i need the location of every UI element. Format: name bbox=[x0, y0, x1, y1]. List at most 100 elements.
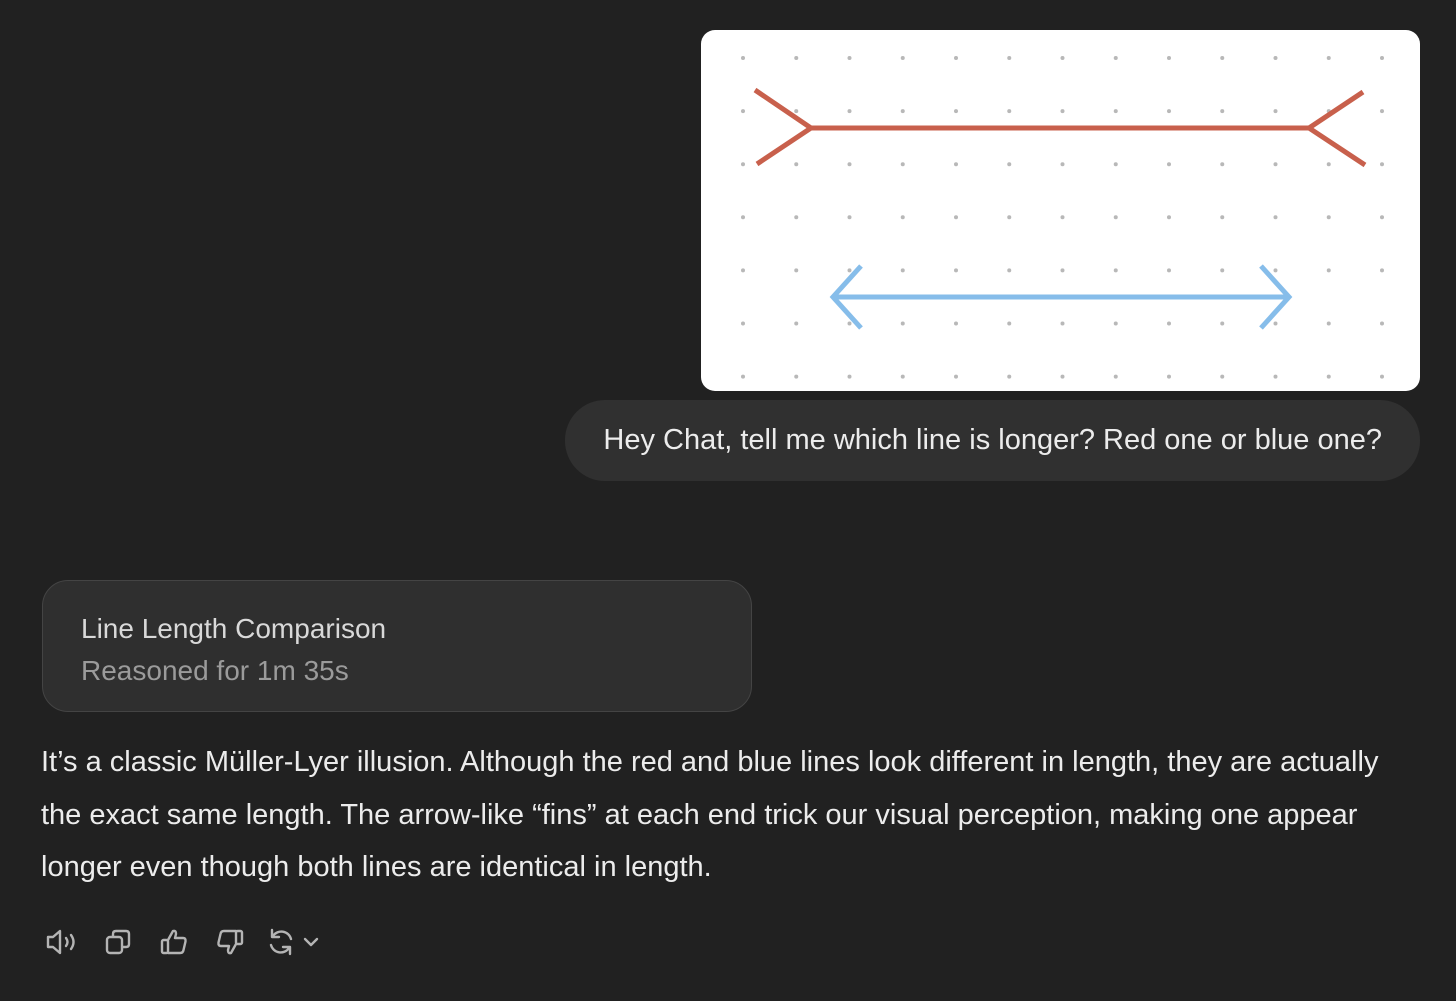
grid-dot bbox=[794, 109, 799, 114]
grid-dot bbox=[794, 268, 799, 273]
user-attached-image[interactable] bbox=[701, 30, 1420, 391]
grid-dot bbox=[1007, 268, 1012, 273]
thumbs-down-icon bbox=[217, 929, 244, 955]
grid-dot bbox=[1326, 374, 1331, 379]
grid-dot bbox=[1167, 56, 1171, 60]
grid-dot bbox=[847, 215, 852, 220]
grid-dot bbox=[954, 374, 958, 379]
grid-dot bbox=[1060, 374, 1065, 379]
grid-dot bbox=[1220, 321, 1225, 326]
grid-dot bbox=[1273, 56, 1278, 60]
grid-dot bbox=[1273, 321, 1278, 326]
grid-dot bbox=[794, 56, 799, 60]
grid-dot bbox=[1113, 268, 1118, 273]
dot-grid bbox=[741, 56, 1384, 379]
grid-dot bbox=[1380, 321, 1384, 326]
reasoning-summary-card[interactable]: Line Length Comparison Reasoned for 1m 3… bbox=[42, 580, 752, 712]
grid-dot bbox=[1113, 215, 1118, 220]
grid-dot bbox=[794, 321, 799, 326]
grid-dot bbox=[1326, 268, 1331, 273]
grid-dot bbox=[741, 374, 745, 379]
grid-dot bbox=[741, 268, 745, 273]
grid-dot bbox=[1380, 109, 1384, 114]
grid-dot bbox=[847, 109, 852, 114]
grid-dot bbox=[847, 268, 852, 273]
grid-dot bbox=[1220, 162, 1225, 167]
grid-dot bbox=[1167, 268, 1171, 273]
grid-dot bbox=[1007, 321, 1012, 326]
grid-dot bbox=[1113, 109, 1118, 114]
grid-dot bbox=[1007, 56, 1012, 60]
grid-dot bbox=[1167, 215, 1171, 220]
user-message-bubble: Hey Chat, tell me which line is longer? … bbox=[565, 400, 1420, 481]
grid-dot bbox=[900, 109, 905, 114]
grid-dot bbox=[794, 215, 799, 220]
grid-dot bbox=[1380, 215, 1384, 220]
refresh-icon bbox=[269, 928, 319, 956]
grid-dot bbox=[1113, 56, 1118, 60]
grid-dot bbox=[1007, 162, 1012, 167]
grid-dot bbox=[1380, 56, 1384, 60]
grid-dot bbox=[1007, 215, 1012, 220]
muller-lyer-illusion-image bbox=[741, 56, 1384, 379]
copy-icon bbox=[105, 929, 131, 955]
grid-dot bbox=[741, 109, 745, 114]
grid-dot bbox=[1220, 56, 1225, 60]
read-aloud-button[interactable] bbox=[42, 922, 82, 962]
grid-dot bbox=[1167, 109, 1171, 114]
speaker-icon bbox=[46, 929, 75, 955]
grid-dot bbox=[1273, 268, 1278, 273]
copy-button[interactable] bbox=[98, 922, 138, 962]
grid-dot bbox=[954, 56, 958, 60]
reasoning-title: Line Length Comparison bbox=[81, 613, 387, 644]
grid-dot bbox=[954, 109, 958, 114]
grid-dot bbox=[1007, 109, 1012, 114]
grid-dot bbox=[1220, 109, 1225, 114]
grid-dot bbox=[1060, 56, 1065, 60]
grid-dot bbox=[1380, 268, 1384, 273]
grid-dot bbox=[900, 215, 905, 220]
grid-dot bbox=[1273, 374, 1278, 379]
grid-dot bbox=[741, 162, 745, 167]
grid-dot bbox=[954, 321, 958, 326]
grid-dot bbox=[1326, 56, 1331, 60]
grid-dot bbox=[954, 162, 958, 167]
grid-dot bbox=[1007, 374, 1012, 379]
grid-dot bbox=[1380, 374, 1384, 379]
grid-dot bbox=[741, 56, 745, 60]
grid-dot bbox=[1113, 321, 1118, 326]
thumbs-up-button[interactable] bbox=[154, 922, 194, 962]
chat-page: Hey Chat, tell me which line is longer? … bbox=[0, 0, 1456, 1001]
assistant-message-text: It’s a classic Müller-Lyer illusion. Alt… bbox=[41, 746, 1379, 883]
grid-dot bbox=[1167, 374, 1171, 379]
regenerate-button[interactable] bbox=[266, 922, 326, 962]
thumbs-down-button[interactable] bbox=[210, 922, 250, 962]
grid-dot bbox=[847, 162, 852, 167]
chevron-down-icon bbox=[303, 937, 319, 947]
grid-dot bbox=[1273, 215, 1278, 220]
grid-dot bbox=[794, 374, 799, 379]
grid-dot bbox=[1060, 215, 1065, 220]
grid-dot bbox=[954, 268, 958, 273]
thumbs-up-icon bbox=[160, 929, 187, 955]
grid-dot bbox=[741, 321, 745, 326]
grid-dot bbox=[900, 374, 905, 379]
grid-dot bbox=[1220, 268, 1225, 273]
grid-dot bbox=[900, 162, 905, 167]
grid-dot bbox=[1060, 162, 1065, 167]
grid-dot bbox=[847, 321, 852, 326]
grid-dot bbox=[794, 162, 799, 167]
grid-dot bbox=[1167, 162, 1171, 167]
grid-dot bbox=[900, 268, 905, 273]
grid-dot bbox=[954, 215, 958, 220]
grid-dot bbox=[1326, 321, 1331, 326]
grid-dot bbox=[1113, 374, 1118, 379]
grid-dot bbox=[1326, 215, 1331, 220]
grid-dot bbox=[1113, 162, 1118, 167]
grid-dot bbox=[900, 321, 905, 326]
red-line bbox=[753, 87, 1367, 168]
grid-dot bbox=[1060, 321, 1065, 326]
grid-dot bbox=[900, 56, 905, 60]
message-actions-bar bbox=[42, 920, 342, 964]
grid-dot bbox=[741, 215, 745, 220]
